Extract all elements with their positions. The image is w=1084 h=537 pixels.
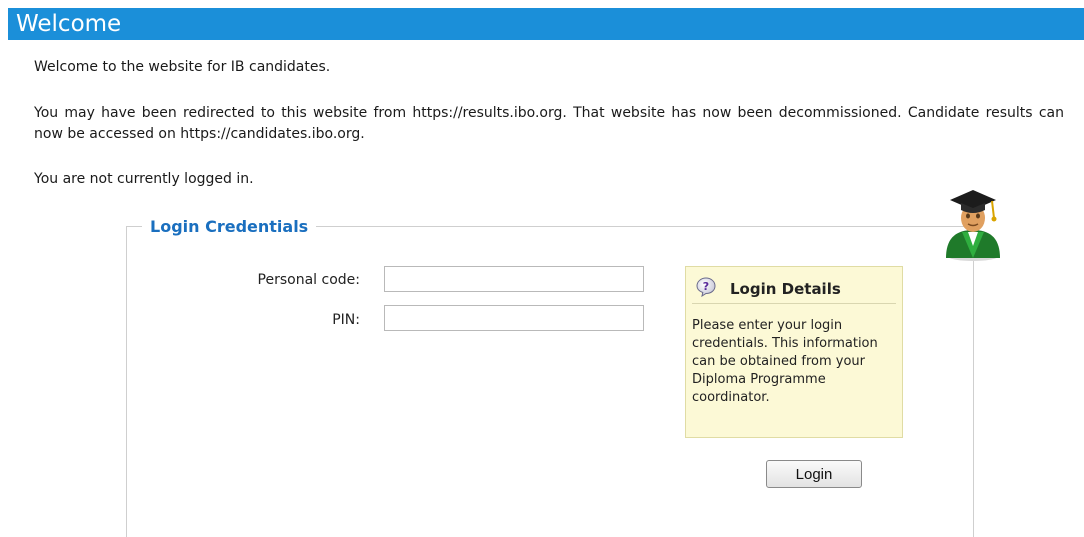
login-status-text: You are not currently logged in. bbox=[34, 171, 254, 187]
login-details-header: ? Login Details bbox=[692, 273, 896, 304]
svg-text:?: ? bbox=[703, 280, 709, 293]
pin-label: PIN: bbox=[332, 312, 360, 328]
redirect-notice: You may have been redirected to this web… bbox=[34, 105, 1064, 142]
graduate-avatar-icon bbox=[946, 190, 1000, 261]
login-credentials-legend: Login Credentials bbox=[142, 216, 317, 238]
question-icon: ? bbox=[696, 277, 716, 297]
page-header: Welcome bbox=[8, 8, 1084, 40]
login-details-text: Please enter your login credentials. Thi… bbox=[692, 318, 878, 405]
welcome-text: Welcome to the website for IB candidates… bbox=[34, 59, 331, 75]
personal-code-input[interactable] bbox=[384, 266, 644, 292]
page-title: Welcome bbox=[16, 11, 122, 37]
pin-input[interactable] bbox=[384, 305, 644, 331]
personal-code-label: Personal code: bbox=[257, 272, 360, 288]
login-button[interactable]: Login bbox=[766, 460, 862, 488]
login-details-title: Login Details bbox=[730, 280, 841, 298]
login-details-panel: ? Login Details Please enter your login … bbox=[685, 266, 903, 438]
